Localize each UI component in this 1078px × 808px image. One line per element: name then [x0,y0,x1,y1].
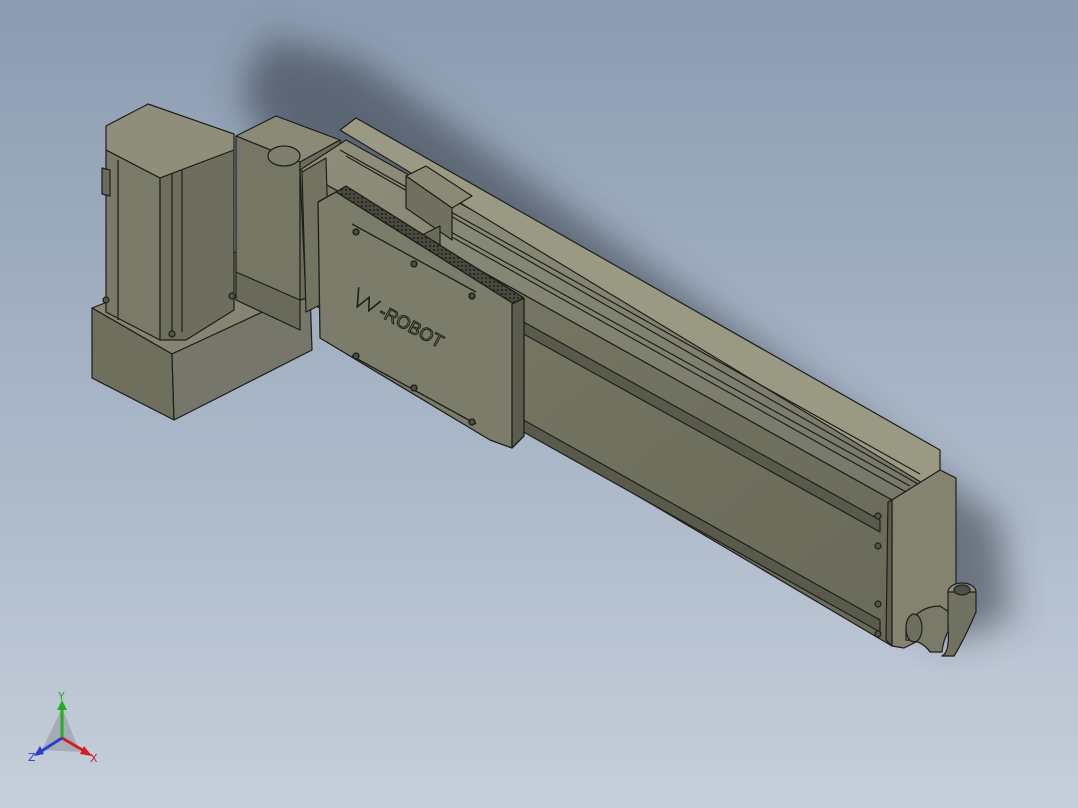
y-axis-label: Y [57,690,65,703]
coordinate-triad: Y X Z [28,690,98,765]
servo-motor [101,103,236,341]
linear-actuator-model[interactable]: -ROBOT [0,0,1078,808]
x-axis-label: X [90,752,98,765]
cad-viewport[interactable]: -ROBOT Y X Z [0,0,1078,808]
z-axis-label: Z [28,751,36,764]
